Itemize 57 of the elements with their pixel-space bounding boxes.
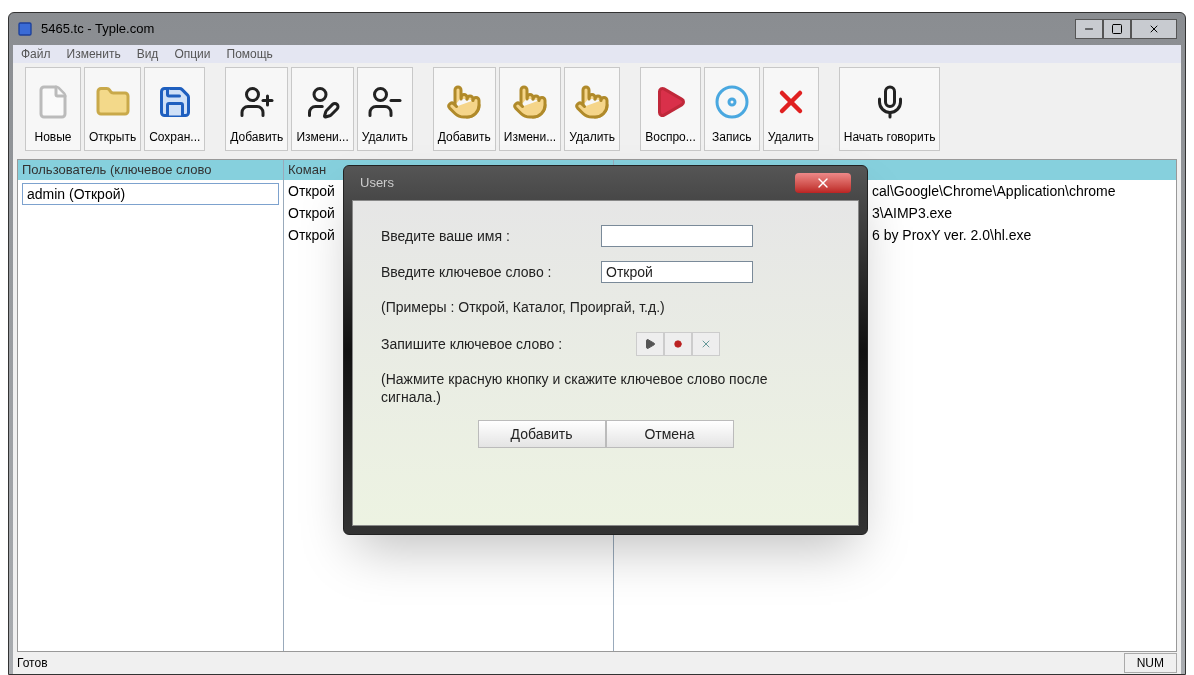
- menu-item[interactable]: Изменить: [66, 45, 121, 63]
- user-minus-icon: [366, 84, 403, 120]
- table-cell-text: cal\Google\Chrome\Application\chrome: [872, 181, 1116, 201]
- column-header[interactable]: Коман: [288, 160, 327, 180]
- table-cell-text: Открой: [288, 203, 335, 223]
- toolbar-button[interactable]: Удалить: [356, 67, 413, 151]
- field-label: Введите ключевое слово :: [381, 262, 553, 282]
- toolbar-button[interactable]: Запись: [703, 67, 760, 151]
- disc-icon: [713, 84, 750, 120]
- clear-icon: [700, 338, 712, 350]
- user-plus-icon: [238, 84, 275, 120]
- record-button[interactable]: [664, 332, 692, 356]
- toolbar-button[interactable]: Измени...: [291, 67, 354, 151]
- examples-text: (Примеры : Открой, Каталог, Проиргай, т.д.): [381, 298, 666, 317]
- maximize-button[interactable]: [1103, 19, 1131, 39]
- menu-item[interactable]: Опции: [174, 45, 211, 63]
- record-dot-icon: [674, 340, 682, 348]
- toolbar-button[interactable]: Добавить: [225, 67, 289, 151]
- close-button[interactable]: [1131, 19, 1177, 39]
- toolbar-button[interactable]: Воспро...: [640, 67, 701, 151]
- pointing-hand-icon: [512, 84, 548, 120]
- pointing-hand-icon: [574, 84, 611, 120]
- play-icon: [644, 338, 656, 350]
- dialog-button[interactable]: Добавить: [477, 420, 606, 448]
- field-label: Введите ваше имя :: [381, 226, 511, 246]
- toolbar-button[interactable]: Сохран...: [144, 67, 206, 151]
- user-row[interactable]: admin (Открой): [22, 183, 279, 205]
- menu-item[interactable]: Вид: [136, 45, 159, 63]
- status-indicator: NUM: [1123, 653, 1177, 673]
- toolbar-button[interactable]: Добавить: [432, 67, 496, 151]
- toolbar-button[interactable]: Удалить: [762, 67, 819, 151]
- toolbar-button[interactable]: Открыть: [84, 67, 142, 151]
- menu-item[interactable]: Файл: [21, 45, 51, 63]
- minimize-button[interactable]: [1075, 19, 1103, 39]
- table-cell-text: 3\AIMP3.exe: [872, 203, 953, 223]
- close-button[interactable]: [795, 173, 851, 193]
- name-input-field[interactable]: [601, 225, 753, 247]
- pointing-hand-icon: [446, 84, 483, 120]
- keyword-input-field[interactable]: Открой: [601, 261, 753, 283]
- field-label: Запишите ключевое слово :: [381, 334, 564, 354]
- close-icon: [1148, 23, 1160, 35]
- play-button[interactable]: [636, 332, 664, 356]
- toolbar-button[interactable]: Новые: [25, 67, 81, 151]
- table-cell-text: Открой: [288, 225, 335, 245]
- hint-text: (Нажмите красную кнопку и скажите ключевое слово после сигнала.): [381, 370, 769, 406]
- table-cell-text: 6 by ProxY ver. 2.0\hl.exe: [872, 225, 1032, 245]
- dialog-title: Users: [360, 174, 394, 193]
- toolbar-button[interactable]: Измени...: [498, 67, 562, 151]
- toolbar-button[interactable]: Начать говорить: [838, 67, 941, 151]
- app-icon: [17, 21, 33, 37]
- toolbar-button[interactable]: Удалить: [564, 67, 621, 151]
- status-text: Готов: [17, 655, 48, 672]
- maximize-icon: [1111, 23, 1123, 35]
- table-cell-text: Открой: [288, 181, 335, 201]
- menu-item[interactable]: Помощь: [226, 45, 273, 63]
- dialog-button[interactable]: Отмена: [605, 420, 734, 448]
- window-title: 5465.tc - Typle.com: [41, 20, 155, 39]
